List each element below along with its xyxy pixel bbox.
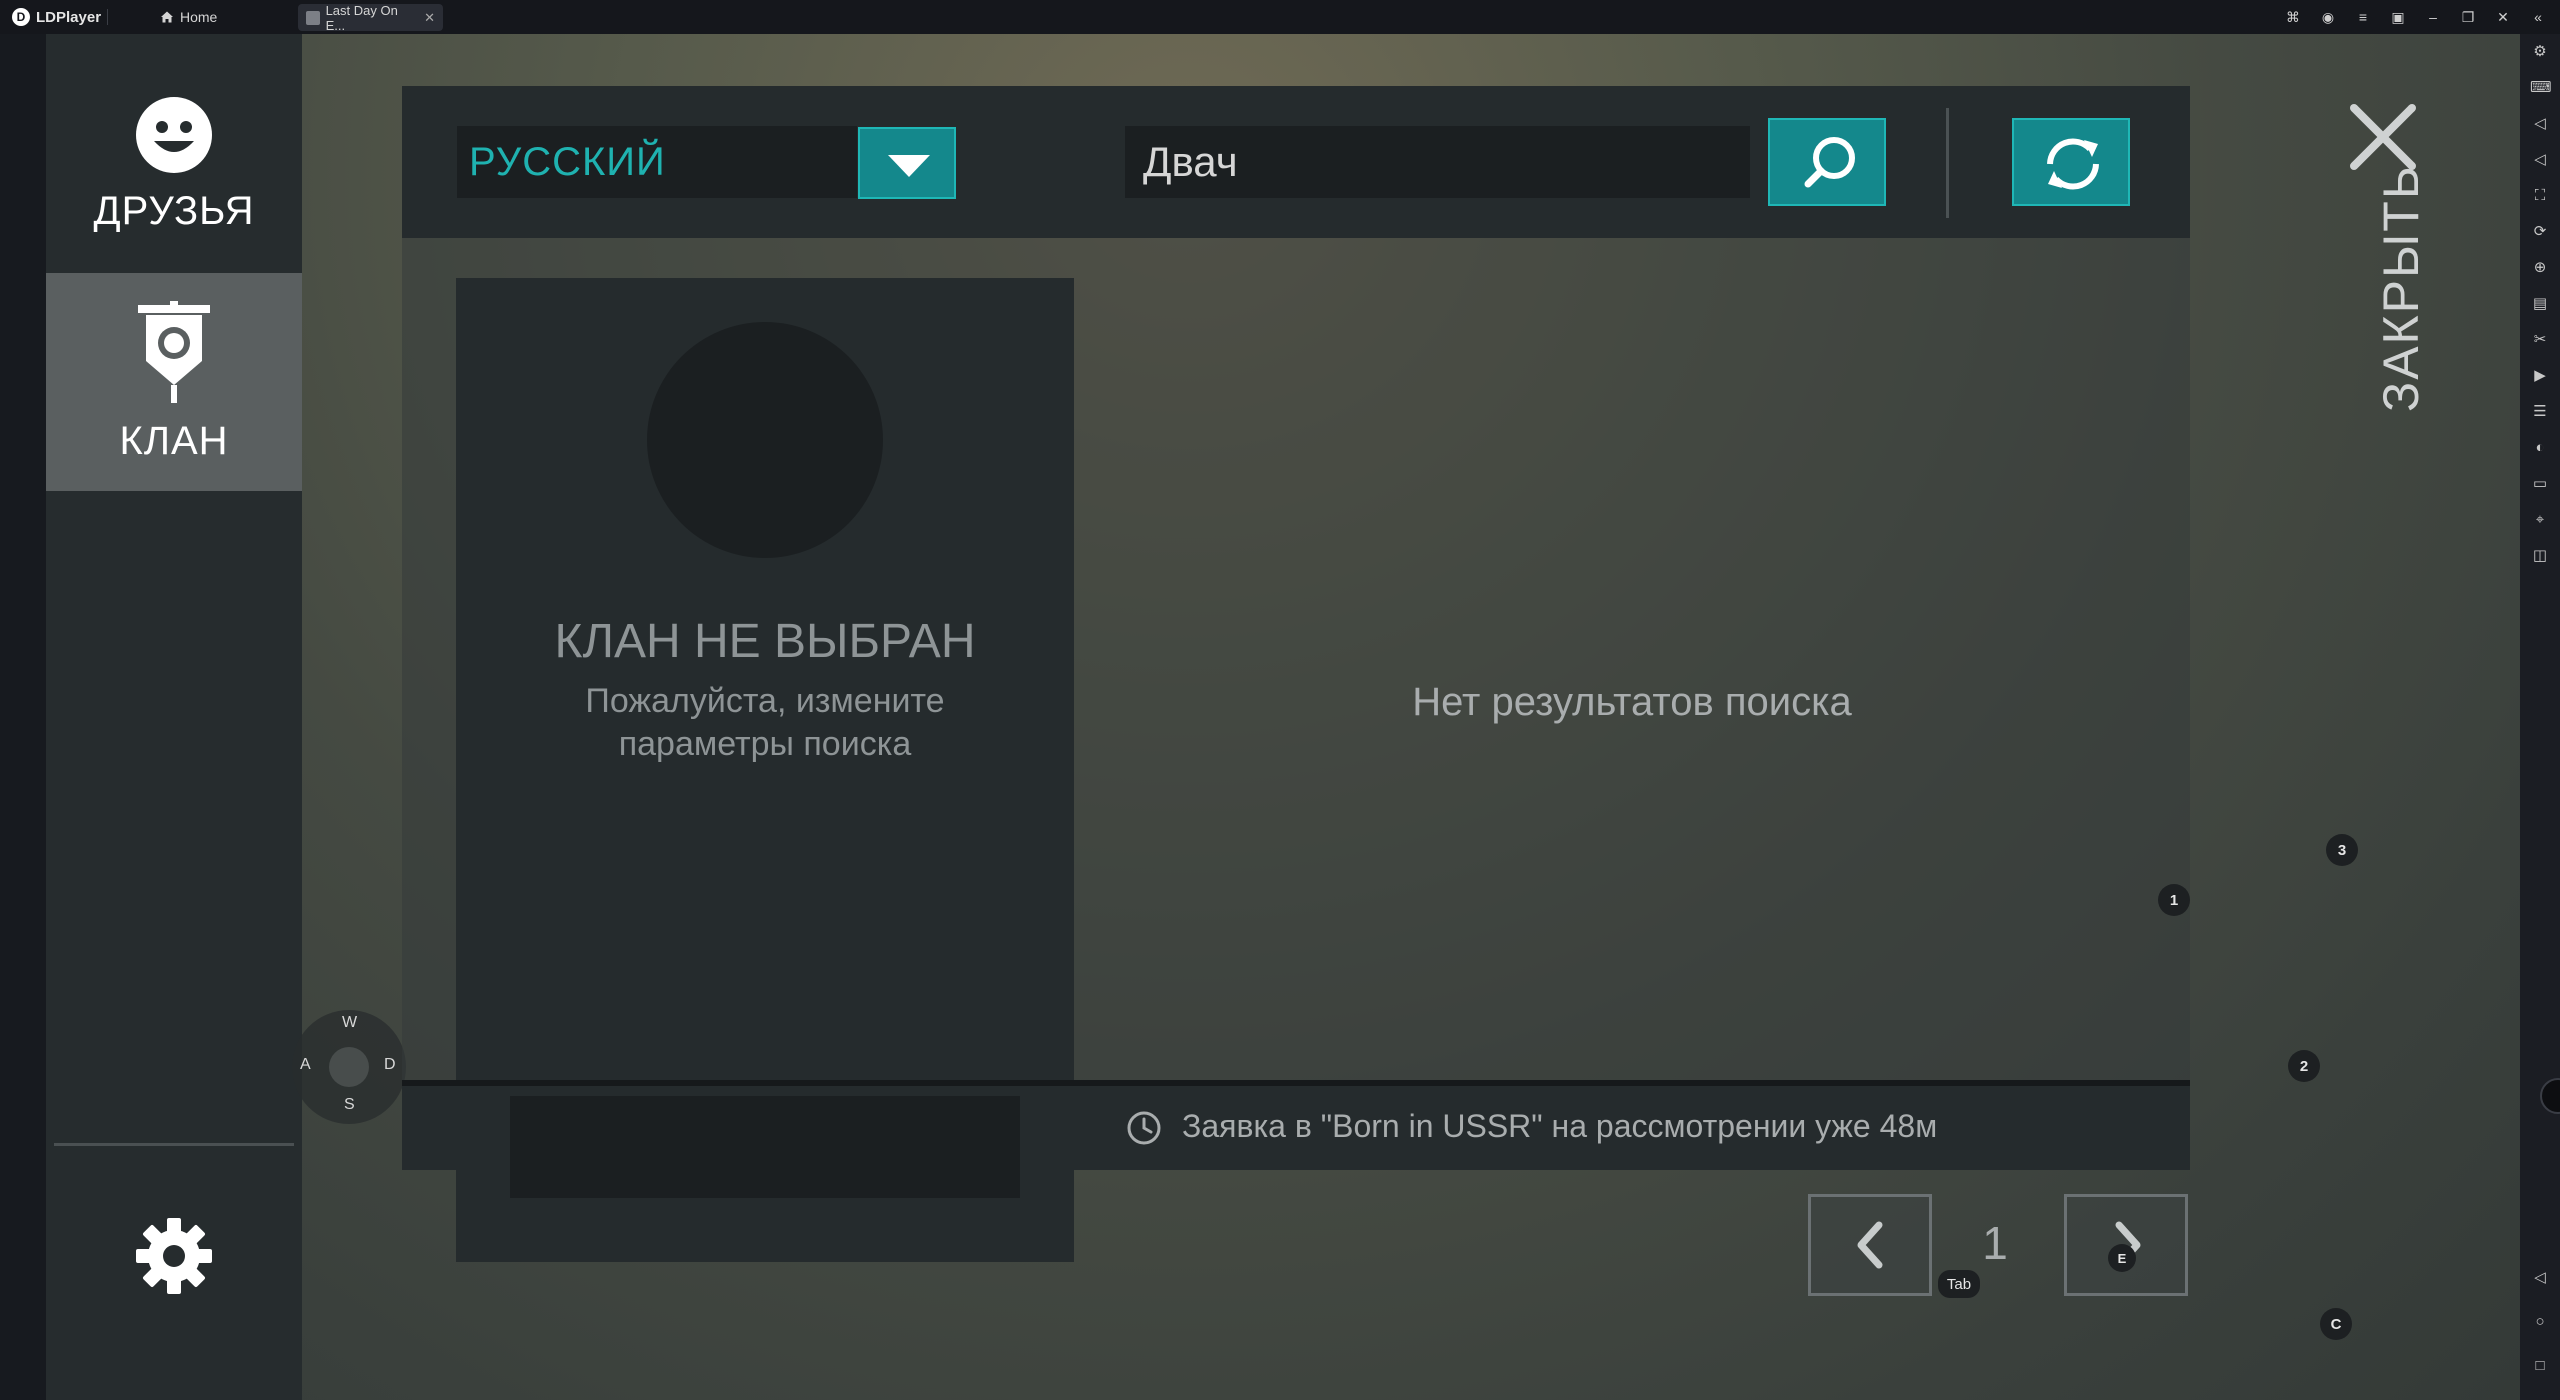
pending-request-text: Заявка в "Born in USSR" на рассмотрении …	[1182, 1108, 1938, 1144]
android-back-icon[interactable]: ◁	[2530, 1268, 2550, 1288]
prev-page-button[interactable]	[1808, 1194, 1932, 1296]
page-number: 1	[1982, 1217, 2008, 1269]
clan-card-subtitle: Пожалуйста, измените параметры поиска	[456, 680, 1074, 766]
restore-icon[interactable]: ❐	[2460, 9, 2476, 26]
wasd-joystick[interactable]: W A D S	[292, 1010, 406, 1124]
menu-divider	[54, 1143, 294, 1146]
record-icon[interactable]: ▶	[2530, 366, 2550, 386]
request-status-bar-left	[402, 1080, 456, 1170]
tab-home-label: Home	[180, 9, 218, 25]
tab-home[interactable]: Home	[160, 0, 217, 34]
ldplayer-logo-icon: D	[12, 8, 30, 26]
tab-game-label: Last Day On E...	[325, 2, 398, 33]
chevron-down-icon	[888, 155, 930, 177]
keymap-hint-1: 1	[2158, 884, 2190, 916]
add-apk-icon[interactable]: ⊕	[2530, 258, 2550, 278]
screen-icon[interactable]: ▣	[2390, 9, 2406, 26]
keymap-hint-2: 2	[2288, 1050, 2320, 1082]
menu-item-friends[interactable]: ДРУЗЬЯ	[46, 64, 302, 264]
smiley-icon	[136, 96, 212, 173]
clan-emblem-placeholder	[647, 322, 883, 558]
keymap-hint-tab: Tab	[1938, 1270, 1980, 1298]
clock-icon	[1127, 1111, 1161, 1145]
language-select[interactable]: РУССКИЙ	[457, 126, 857, 198]
clan-search-input[interactable]: Двач	[1125, 126, 1750, 198]
refresh-icon	[2047, 138, 2099, 190]
titlebar-divider	[107, 9, 108, 25]
joystick-knob[interactable]	[329, 1047, 369, 1087]
android-home-icon[interactable]: ○	[2530, 1312, 2550, 1332]
emulator-toolbar: ⚙ ⌨ ◁ ◁ ⛶ ⟳ ⊕ ▤ ✂ ▶ ☰ ◐ ▭ ⌖ ◫ ◁ ○ □	[2520, 34, 2560, 1400]
language-dropdown-button[interactable]	[858, 127, 956, 199]
header-divider	[1946, 108, 1949, 218]
fullscreen-icon[interactable]: ⛶	[2530, 186, 2550, 206]
settings-gear-icon[interactable]	[132, 1214, 216, 1298]
chevron-left-icon	[1857, 1221, 1883, 1269]
app-name: LDPlayer	[36, 8, 102, 26]
keyboard-icon[interactable]: ⌨	[2530, 78, 2552, 98]
keymap-hint-e: E	[2108, 1244, 2136, 1272]
clan-action-button[interactable]	[510, 1096, 1020, 1198]
scissors-icon[interactable]: ✂	[2530, 330, 2550, 350]
menu-icon[interactable]: ≡	[2355, 9, 2371, 25]
no-results-message: Нет результатов поиска	[1412, 680, 1852, 724]
language-select-value: РУССКИЙ	[469, 139, 666, 184]
home-icon	[161, 11, 173, 23]
sync-icon[interactable]: ⟳	[2530, 222, 2550, 242]
clan-card-title: КЛАН НЕ ВЫБРАН	[554, 615, 976, 668]
rotate-icon[interactable]: ◐	[2530, 438, 2550, 458]
android-recents-icon[interactable]: □	[2530, 1356, 2550, 1376]
key-a: A	[300, 1056, 311, 1073]
collapse-sidebar-icon[interactable]: «	[2530, 9, 2546, 25]
key-s: S	[344, 1096, 355, 1113]
screenshot-icon[interactable]: ▤	[2530, 294, 2550, 314]
search-button[interactable]	[1768, 118, 1886, 206]
account-icon[interactable]: ◉	[2320, 9, 2336, 26]
location-icon[interactable]: ⌖	[2530, 510, 2550, 530]
notes-icon[interactable]: ☰	[2530, 402, 2550, 422]
refresh-button[interactable]	[2012, 118, 2130, 206]
game-thumbnail-icon	[306, 10, 320, 25]
clan-banner-icon	[138, 300, 210, 403]
gamepad-icon[interactable]: ⌘	[2285, 9, 2301, 26]
window-titlebar: D LDPlayer Home Last Day On E... ✕ ⌘ ◉ ≡…	[0, 0, 2560, 34]
clan-card-subtitle-line2: параметры поиска	[618, 725, 912, 763]
volume-down-icon[interactable]: ◁	[2530, 150, 2550, 170]
key-d: D	[384, 1056, 396, 1073]
app-logo: D LDPlayer	[12, 0, 101, 34]
volume-up-icon[interactable]: ◁	[2530, 114, 2550, 134]
close-window-icon[interactable]: ✕	[2495, 9, 2511, 26]
key-w: W	[342, 1014, 358, 1031]
tab-close-icon[interactable]: ✕	[424, 10, 435, 26]
clan-card-subtitle-line1: Пожалуйста, измените	[585, 682, 945, 720]
close-dialog-label: ЗАКРЫТЬ	[2373, 164, 2429, 412]
tab-game[interactable]: Last Day On E... ✕	[298, 2, 443, 33]
titlebar-tools: ⌘ ◉ ≡ ▣ – ❐ ✕ «	[2285, 0, 2546, 34]
keymap-hint-3: 3	[2326, 834, 2358, 866]
clan-search-value: Двач	[1143, 138, 1238, 185]
menu-item-friends-label: ДРУЗЬЯ	[93, 188, 255, 233]
settings-icon[interactable]: ⚙	[2530, 42, 2550, 62]
shake-icon[interactable]: ◫	[2530, 546, 2550, 566]
folder-icon[interactable]: ▭	[2530, 474, 2550, 494]
keymap-hint-c: C	[2320, 1308, 2352, 1340]
menu-item-clan[interactable]: КЛАН	[46, 273, 302, 491]
menu-item-clan-label: КЛАН	[119, 418, 229, 463]
search-icon	[1804, 137, 1855, 188]
minimize-icon[interactable]: –	[2425, 9, 2441, 25]
close-dialog-icon[interactable]	[2346, 100, 2420, 174]
